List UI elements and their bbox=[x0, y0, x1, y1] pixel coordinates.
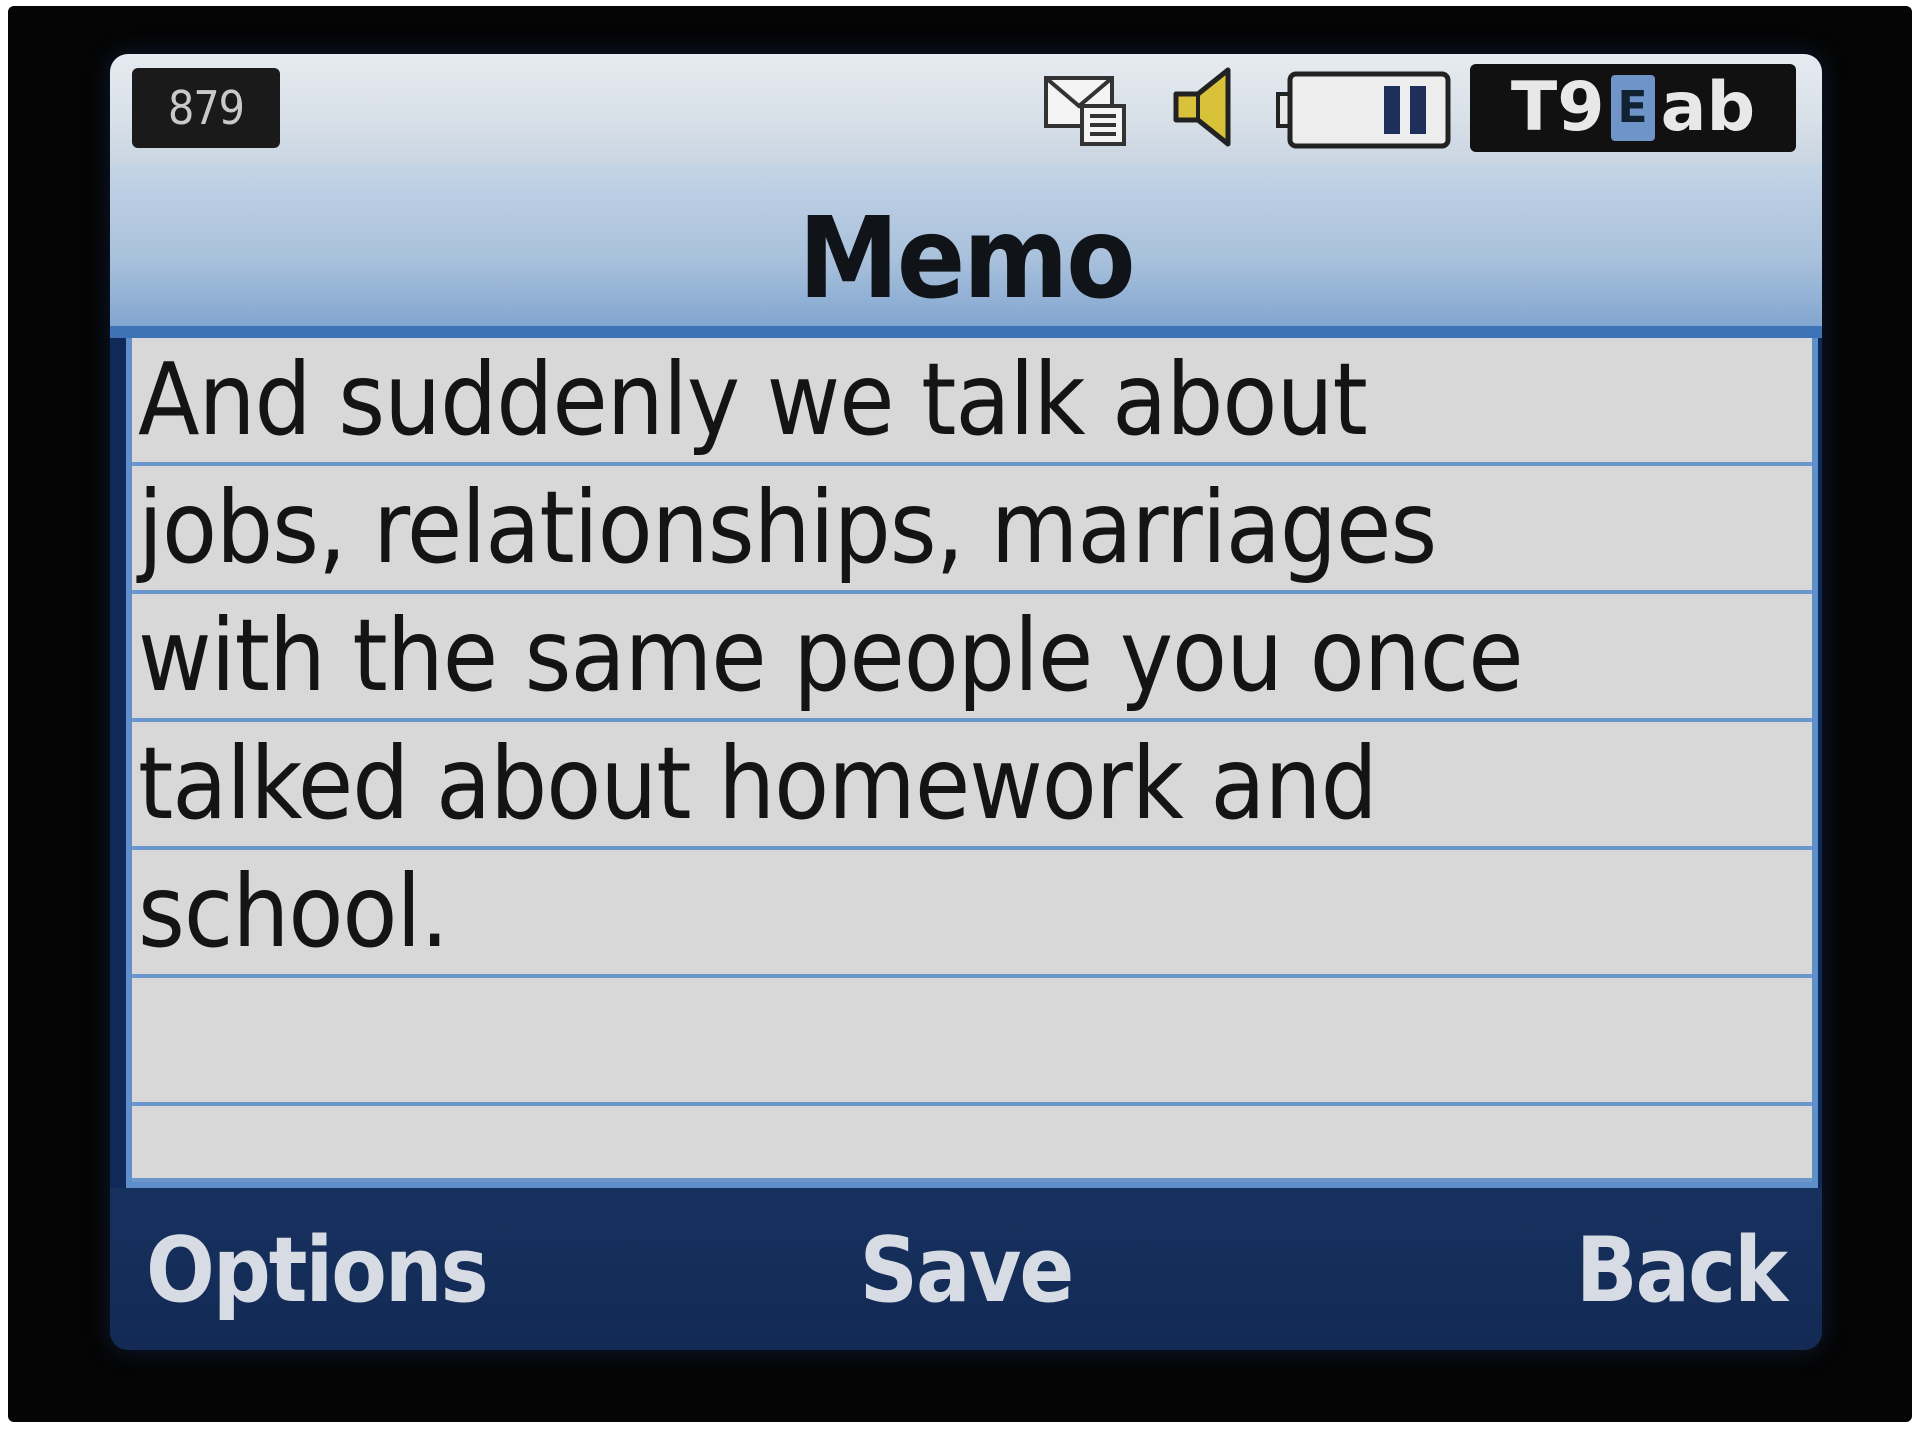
save-softkey[interactable]: Save bbox=[110, 1218, 1822, 1323]
memo-line[interactable]: with the same people you once bbox=[132, 594, 1812, 722]
memo-line[interactable]: school. bbox=[132, 850, 1812, 978]
memo-line[interactable]: jobs, relationships, marriages bbox=[132, 466, 1812, 594]
message-icon bbox=[1044, 76, 1126, 146]
memo-line[interactable] bbox=[132, 1106, 1812, 1182]
phone-bezel: 879 T9 E ab Memo And suddenly we talk ab… bbox=[8, 6, 1912, 1422]
battery-icon bbox=[1276, 71, 1451, 149]
back-softkey[interactable]: Back bbox=[1576, 1218, 1788, 1323]
t9-label: T9 bbox=[1510, 68, 1605, 147]
character-counter: 879 bbox=[132, 68, 280, 148]
title-bar: Memo bbox=[110, 164, 1822, 334]
input-mode-indicator: T9 E ab bbox=[1470, 64, 1796, 152]
language-badge: E bbox=[1610, 75, 1655, 141]
memo-line[interactable]: talked about homework and bbox=[132, 722, 1812, 850]
phone-screen: 879 T9 E ab Memo And suddenly we talk ab… bbox=[110, 54, 1822, 1350]
speaker-icon bbox=[1173, 67, 1231, 147]
memo-editor[interactable]: And suddenly we talk about jobs, relatio… bbox=[126, 338, 1818, 1188]
status-bar: 879 T9 E ab bbox=[110, 54, 1822, 164]
page-title: Memo bbox=[798, 194, 1136, 324]
softkey-bar: Options Save Back bbox=[110, 1188, 1822, 1350]
case-label: ab bbox=[1660, 68, 1756, 147]
title-divider bbox=[110, 326, 1822, 338]
memo-line[interactable] bbox=[132, 978, 1812, 1106]
memo-line[interactable]: And suddenly we talk about bbox=[132, 338, 1812, 466]
